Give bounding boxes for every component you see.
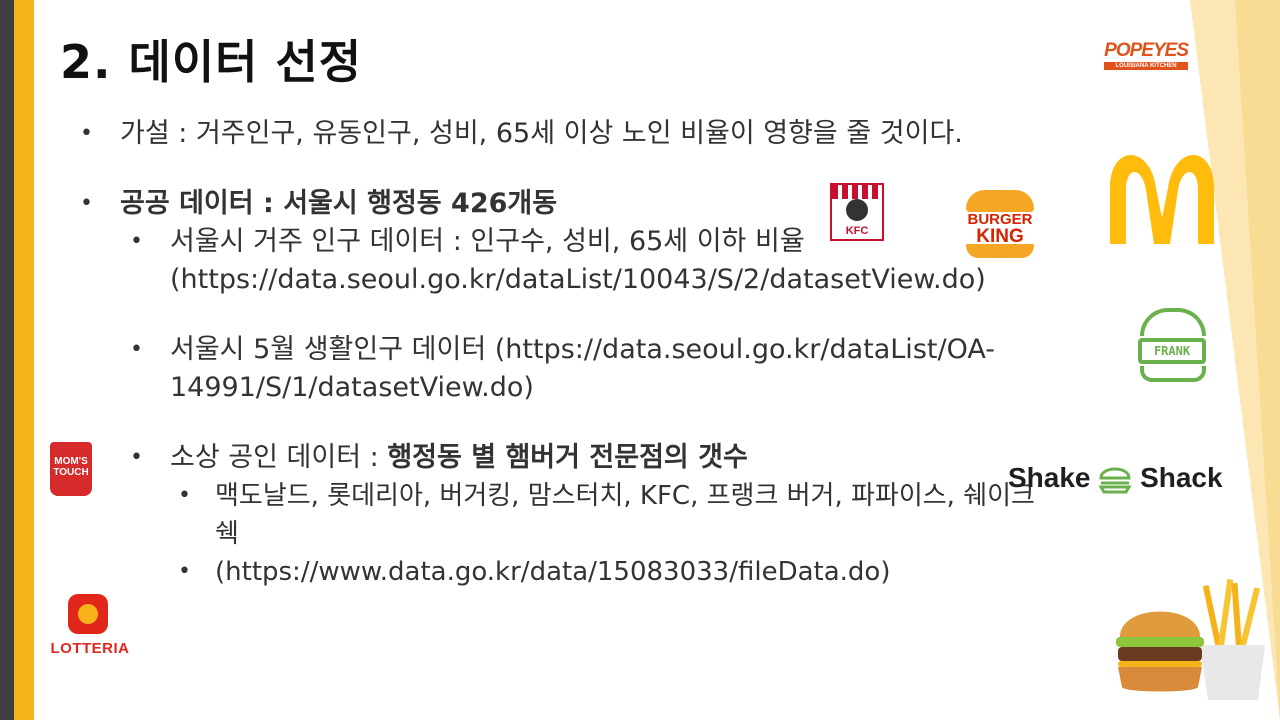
colonel-icon (846, 199, 868, 221)
popeyes-tagline: LOUISIANA KITCHEN (1104, 62, 1188, 70)
bullet-resident-data: • 서울시 거주 인구 데이터 : 인구수, 성비, 65세 이하 비율(htt… (80, 223, 1120, 299)
bullet-dot: • (80, 121, 93, 146)
popeyes-wordmark: POPEYES (1104, 40, 1189, 61)
left-gold-bar (14, 0, 34, 720)
burger-outline-icon (1098, 467, 1132, 494)
burger-and-fries-icon (1116, 578, 1265, 700)
popeyes-logo: POPEYES LOUISIANA KITCHEN (1104, 40, 1189, 70)
bullet-hypothesis: • 가설 : 거주인구, 유동인구, 성비, 65세 이상 노인 비율이 영향을… (80, 115, 1120, 153)
hypothesis-text: 가설 : 거주인구, 유동인구, 성비, 65세 이상 노인 비율이 영향을 줄… (120, 118, 963, 149)
moms-wordmark: MOM'S TOUCH (53, 456, 89, 478)
bullet-dot: • (130, 445, 143, 470)
bullet-brands: • 맥도날드, 롯데리아, 버거킹, 맘스터치, KFC, 프랭크 버거, 파파… (80, 477, 1120, 553)
moms-touch-logo: MOM'S TOUCH (50, 442, 92, 496)
burger-king-logo: BURGER KING (966, 190, 1034, 262)
slide-title: 2. 데이터 선정 (60, 35, 363, 89)
shop-data-label: 소상 공인 데이터 : (170, 442, 388, 473)
bullet-public-data: • 공공 데이터 : 서울시 행정동 426개동 (80, 185, 1120, 223)
bullet-living-data: • 서울시 5월 생활인구 데이터 (https://data.seoul.go… (80, 331, 1120, 407)
bullet-dot: • (178, 483, 191, 508)
kfc-logo: KFC (830, 183, 884, 241)
mcdonalds-arches-icon (1110, 155, 1214, 244)
frank-wordmark: FRANK (1138, 338, 1206, 364)
bullet-dot: • (130, 337, 143, 362)
left-dark-bar (0, 0, 14, 720)
shake-wordmark: Shake (1008, 462, 1091, 493)
shack-wordmark: Shack (1140, 462, 1223, 493)
lotteria-logo: LOTTERIA (40, 594, 140, 658)
bullet-dot: • (130, 229, 143, 254)
shop-data-bold: 행정동 별 햄버거 전문점의 갯수 (387, 442, 748, 473)
shake-shack-logo: Shake Shack (1008, 462, 1223, 494)
bullet-shop-data: • 소상 공인 데이터 : 행정동 별 햄버거 전문점의 갯수 (80, 439, 1120, 477)
shop-url-text: (https://www.data.go.kr/data/15083033/fi… (215, 557, 891, 587)
bullet-dot: • (178, 559, 191, 584)
bk-wordmark-1: BURGER (967, 211, 1033, 228)
bullet-dot: • (80, 191, 93, 216)
public-data-title: 공공 데이터 : 서울시 행정동 426개동 (120, 188, 558, 219)
slide-body: • 가설 : 거주인구, 유동인구, 성비, 65세 이상 노인 비율이 영향을… (80, 115, 1120, 591)
kfc-wordmark: KFC (845, 225, 869, 237)
brands-text: 맥도날드, 롯데리아, 버거킹, 맘스터치, KFC, 프랭크 버거, 파파이스… (215, 481, 1035, 549)
lotteria-mark-icon (68, 594, 108, 634)
lotteria-wordmark: LOTTERIA (50, 640, 130, 657)
bullet-shop-url: • (https://www.data.go.kr/data/15083033/… (80, 553, 1120, 591)
frank-burger-logo: FRANK (1138, 308, 1206, 382)
living-data-text: 서울시 5월 생활인구 데이터 (https://data.seoul.go.k… (170, 334, 995, 403)
